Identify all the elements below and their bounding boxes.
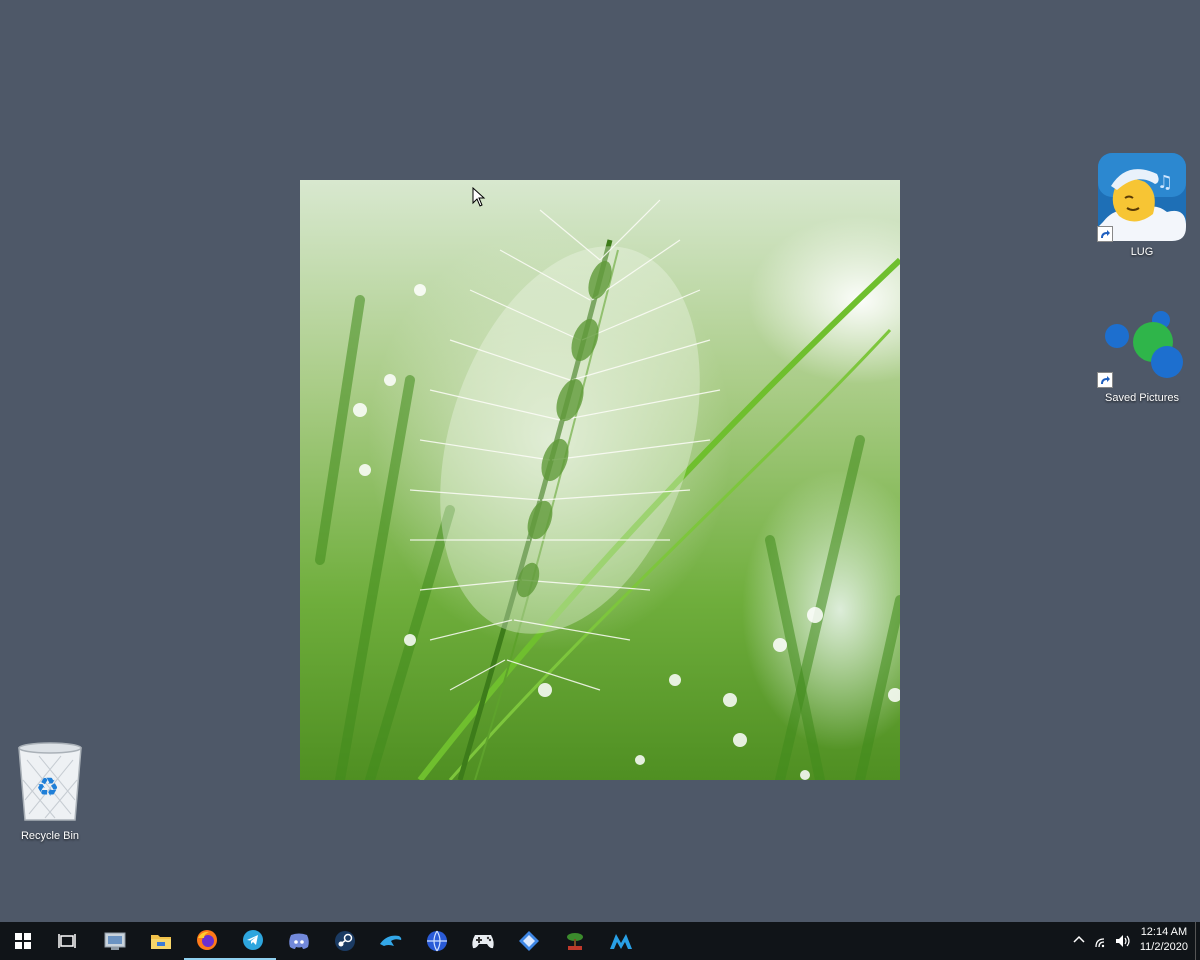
vpn-app-icon — [519, 931, 539, 951]
system-utility-icon — [104, 932, 126, 950]
shortcut-arrow-icon — [1097, 372, 1113, 388]
taskbar-app-dolphin[interactable] — [368, 922, 414, 960]
taskbar-app-vpn[interactable] — [506, 922, 552, 960]
gamepad-icon — [472, 935, 494, 949]
telegram-icon — [243, 930, 263, 950]
system-clock[interactable]: 12:14 AM 11/2/2020 — [1140, 925, 1188, 955]
file-explorer-icon — [151, 935, 171, 949]
desktop-icon-recycle-bin[interactable]: ♻ Recycle Bin — [5, 740, 95, 842]
saved-pictures-folder-icon — [1097, 306, 1187, 388]
start-button[interactable] — [0, 922, 46, 960]
lug-app-icon: ♫ — [1097, 152, 1187, 242]
m-app-icon — [610, 934, 632, 949]
desktop-icon-saved-pictures[interactable]: Saved Pictures — [1097, 306, 1187, 404]
volume-icon[interactable] — [1114, 933, 1132, 949]
task-view-icon — [58, 934, 76, 948]
taskbar-app-gamepad[interactable] — [460, 922, 506, 960]
taskbar-app-system-utility[interactable] — [92, 922, 138, 960]
globe-app-icon — [427, 930, 447, 952]
task-view-button[interactable] — [44, 922, 90, 960]
taskbar-app-m[interactable] — [598, 922, 644, 960]
taskbar-app-telegram[interactable] — [230, 922, 276, 960]
clock-date: 11/2/2020 — [1139, 941, 1188, 953]
dolphin-emulator-icon — [380, 935, 402, 946]
firefox-icon — [197, 930, 217, 950]
taskbar-app-firefox[interactable] — [184, 922, 230, 960]
clock-time: 12:14 AM — [1140, 926, 1188, 938]
taskbar-app-bonsai[interactable] — [552, 922, 598, 960]
svg-text:♫: ♫ — [1157, 172, 1173, 193]
desktop-icon-label: LUG — [1130, 246, 1154, 258]
desktop-icon-label: Recycle Bin — [20, 830, 80, 842]
steam-icon — [335, 931, 355, 951]
taskbar-app-discord[interactable] — [276, 922, 322, 960]
shortcut-arrow-icon — [1097, 226, 1113, 242]
show-desktop-button[interactable] — [1195, 922, 1200, 960]
windows-start-icon — [15, 933, 31, 949]
svg-text:♻: ♻ — [36, 773, 59, 803]
recycle-bin-icon: ♻ — [5, 740, 95, 826]
desktop-icon-lug[interactable]: ♫ LUG — [1097, 152, 1187, 258]
discord-icon — [289, 933, 309, 949]
mouse-cursor-icon — [472, 187, 486, 207]
bonsai-app-icon — [567, 933, 583, 950]
show-hidden-icons-chevron-icon[interactable] — [1072, 933, 1086, 947]
network-icon[interactable] — [1094, 933, 1110, 949]
taskbar: 12:14 AM 11/2/2020 — [0, 922, 1200, 960]
desktop-icon-label: Saved Pictures — [1105, 392, 1179, 404]
taskbar-app-file-explorer[interactable] — [138, 922, 184, 960]
wallpaper-image — [300, 180, 900, 780]
taskbar-app-steam[interactable] — [322, 922, 368, 960]
taskbar-app-globe[interactable] — [414, 922, 460, 960]
